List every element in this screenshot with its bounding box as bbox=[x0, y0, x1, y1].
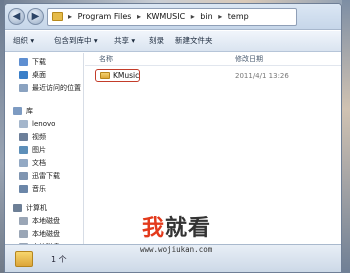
nav-section-label: 计算机 bbox=[26, 204, 47, 212]
drive-icon bbox=[19, 217, 28, 225]
organize-button[interactable]: 组织 ▾ bbox=[13, 36, 34, 46]
watermark-brand: 我就看 bbox=[142, 214, 211, 244]
nav-item-label: 图片 bbox=[32, 146, 46, 154]
nav-item-label: 桌面 bbox=[32, 71, 46, 79]
breadcrumb-temp[interactable]: temp bbox=[228, 12, 249, 21]
library-folder-icon bbox=[19, 120, 28, 128]
drive-icon bbox=[19, 230, 28, 238]
nav-item-label: 迅雷下载 bbox=[32, 172, 60, 180]
documents-icon bbox=[19, 159, 28, 167]
watermark: 我就看 www.wojiukan.com bbox=[140, 214, 268, 266]
navigation-pane: 下载 桌面 最近访问的位置 库 lenovo 视频 图片 文档 迅雷下载 音乐 … bbox=[5, 53, 84, 272]
watermark-brand-part1: 我 bbox=[142, 216, 166, 241]
pictures-icon bbox=[19, 146, 28, 154]
downloads-icon bbox=[19, 58, 28, 66]
breadcrumb-separator: ▸ bbox=[68, 12, 73, 21]
nav-item-label: 本地磁盘 bbox=[32, 217, 60, 225]
file-date: 2011/4/1 13:26 bbox=[235, 72, 289, 80]
burn-button[interactable]: 刻录 bbox=[149, 36, 164, 46]
breadcrumb-separator: ▸ bbox=[190, 12, 195, 21]
column-header-date[interactable]: 修改日期 bbox=[235, 53, 263, 66]
breadcrumb-bin[interactable]: bin bbox=[200, 12, 212, 21]
folder-icon bbox=[100, 72, 110, 79]
folder-icon bbox=[52, 12, 63, 21]
nav-item-label: 最近访问的位置 bbox=[32, 84, 81, 92]
breadcrumb-kwmusic[interactable]: KWMUSIC bbox=[147, 12, 186, 21]
music-icon bbox=[19, 185, 28, 193]
address-bar[interactable]: ▸ Program Files ▸ KWMUSIC ▸ bin ▸ temp bbox=[47, 8, 297, 26]
column-header-name[interactable]: 名称 bbox=[99, 53, 113, 66]
watermark-brand-part2: 就看 bbox=[165, 216, 212, 241]
breadcrumb: ▸ Program Files ▸ KWMUSIC ▸ bin ▸ temp bbox=[68, 11, 252, 23]
library-icon bbox=[13, 107, 22, 115]
address-row: ◀ ▶ ▸ Program Files ▸ KWMUSIC ▸ bin ▸ te… bbox=[5, 4, 341, 30]
folder-icon bbox=[19, 172, 28, 180]
nav-item-label: 视频 bbox=[32, 133, 46, 141]
breadcrumb-separator: ▸ bbox=[136, 12, 141, 21]
recent-places-icon bbox=[19, 84, 28, 92]
watermark-url: www.wojiukan.com bbox=[140, 245, 213, 254]
desktop-icon bbox=[19, 71, 28, 79]
share-button[interactable]: 共享 ▾ bbox=[114, 36, 135, 46]
nav-item-label: 下载 bbox=[32, 58, 46, 66]
file-name: KMusic bbox=[113, 71, 140, 80]
new-folder-button[interactable]: 新建文件夹 bbox=[175, 36, 213, 46]
forward-arrow-icon[interactable]: ▶ bbox=[27, 8, 44, 25]
nav-item-label: 本地磁盘 bbox=[32, 230, 60, 238]
nav-section-label: 库 bbox=[26, 107, 33, 115]
videos-icon bbox=[19, 133, 28, 141]
breadcrumb-separator: ▸ bbox=[218, 12, 223, 21]
column-header-row: 名称 修改日期 bbox=[85, 53, 341, 66]
nav-item-label: 音乐 bbox=[32, 185, 46, 193]
nav-item-label: lenovo bbox=[32, 120, 56, 128]
nav-item-label: 文档 bbox=[32, 159, 46, 167]
computer-icon bbox=[13, 204, 22, 212]
file-item-kmusic[interactable]: KMusic bbox=[95, 69, 140, 82]
desktop-background-right bbox=[342, 0, 350, 273]
include-in-library-button[interactable]: 包含到库中 ▾ bbox=[54, 36, 98, 46]
item-count: 1 个 bbox=[51, 255, 67, 264]
back-arrow-icon[interactable]: ◀ bbox=[8, 8, 25, 25]
breadcrumb-program-files[interactable]: Program Files bbox=[78, 12, 132, 21]
command-toolbar: 组织 ▾ 包含到库中 ▾ 共享 ▾ 刻录 新建文件夹 bbox=[5, 31, 341, 52]
folder-icon bbox=[15, 251, 33, 267]
